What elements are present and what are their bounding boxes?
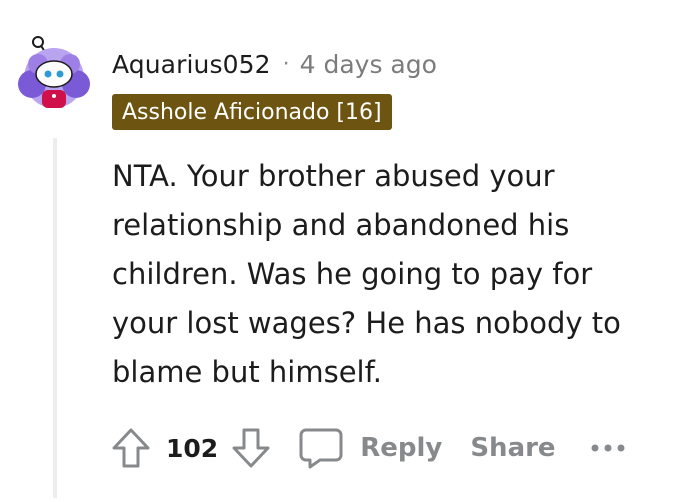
snoo-avatar-icon[interactable] [18, 34, 90, 112]
timestamp[interactable]: 4 days ago [300, 50, 437, 79]
user-flair-badge: Asshole Aficionado [16] [112, 94, 392, 130]
downvote-arrow-icon [232, 428, 270, 468]
vote-score: 102 [166, 433, 219, 463]
comment: Aquarius052 · 4 days ago Asshole Aficion… [0, 0, 700, 502]
comment-actions: 102 Reply Share [106, 422, 626, 474]
more-options-button[interactable] [590, 428, 626, 468]
reply-button[interactable]: Reply [298, 426, 442, 470]
comment-body: NTA. Your brother abused your relationsh… [112, 152, 672, 397]
speech-bubble-icon [299, 428, 343, 469]
upvote-button[interactable] [106, 423, 156, 473]
thread-line[interactable] [53, 138, 57, 498]
ellipsis-icon [591, 444, 625, 452]
share-button[interactable]: Share [470, 433, 555, 463]
comment-body-line: your lost wages? He has nobody to [112, 306, 621, 340]
meta-separator: · [282, 51, 290, 77]
comment-body-line: relationship and abandoned his [112, 208, 570, 242]
reply-label: Reply [360, 433, 443, 463]
comment-body-line: children. Was he going to pay for [112, 257, 593, 291]
comment-body-line: blame but himself. [112, 355, 382, 389]
downvote-button[interactable] [226, 423, 276, 473]
username-link[interactable]: Aquarius052 [112, 50, 271, 79]
upvote-arrow-icon [112, 428, 150, 468]
comment-body-line: NTA. Your brother abused your [112, 159, 555, 193]
comment-meta: Aquarius052 · 4 days ago [112, 46, 437, 82]
